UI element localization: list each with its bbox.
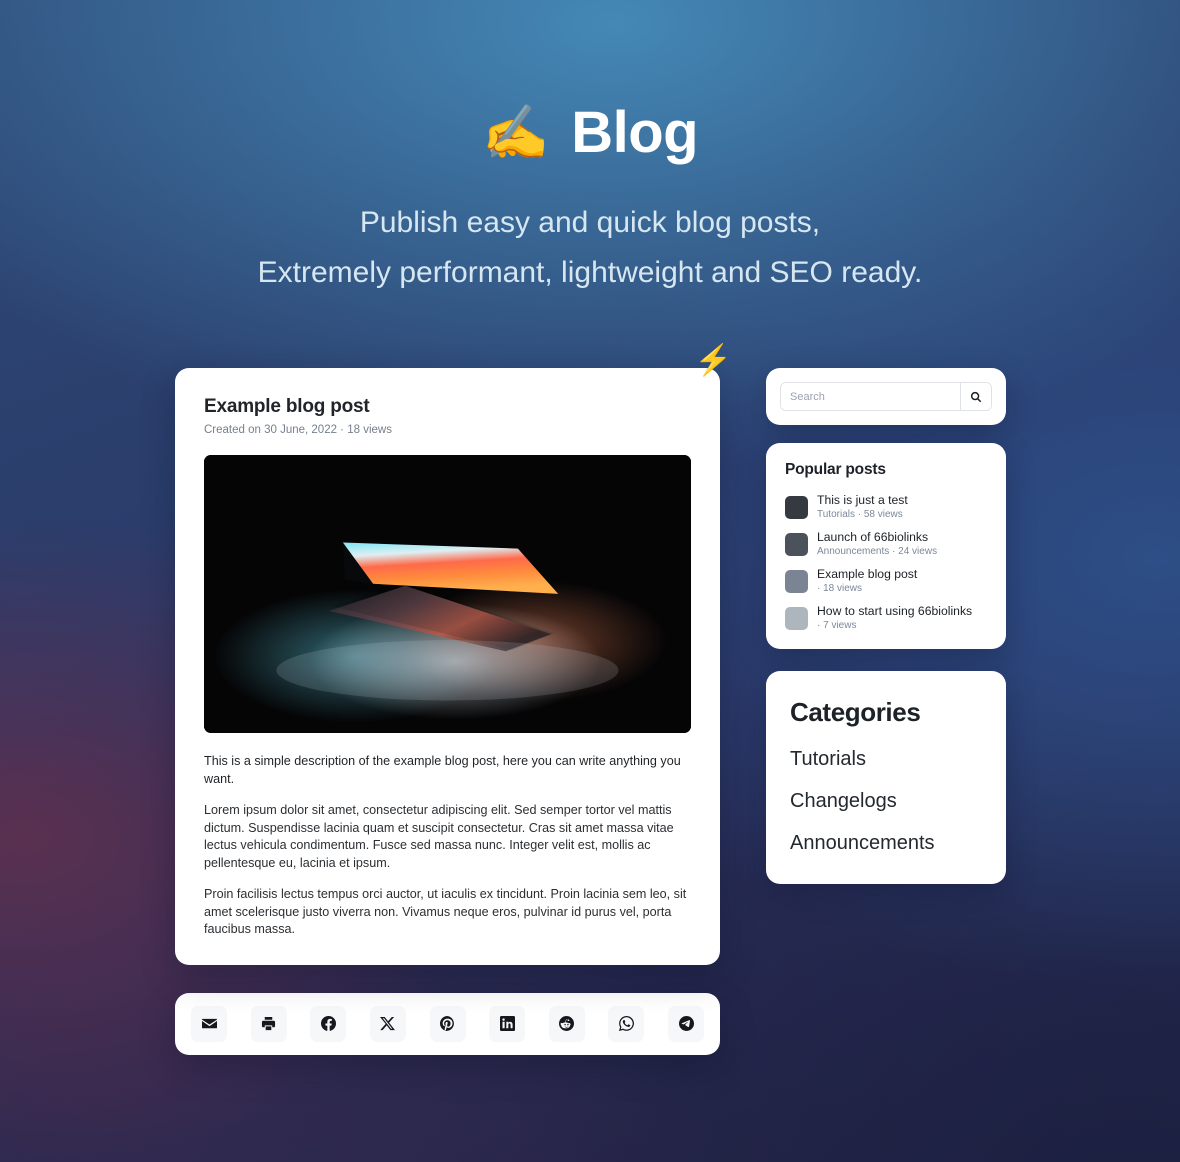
popular-post-meta: · 18 views — [817, 583, 863, 594]
content-area: ⚡ Example blog post Created on 30 June, … — [175, 346, 1006, 1055]
popular-posts-card: Popular posts This is just a test Tutori… — [766, 443, 1006, 649]
post-paragraph: Lorem ipsum dolor sit amet, consectetur … — [204, 803, 674, 870]
popular-post-text: This is just a test Tutorials · 58 views — [817, 493, 908, 521]
search-icon — [970, 391, 982, 402]
post-title: Example blog post — [204, 396, 370, 417]
print-icon — [262, 1016, 276, 1031]
popular-post-thumbnail — [785, 495, 808, 519]
share-linkedin-button[interactable] — [489, 1005, 526, 1042]
popular-post-item[interactable]: Example blog post · 18 views — [785, 567, 987, 595]
popular-post-text: Example blog post · 18 views — [817, 567, 917, 595]
hero-subtitle-line-1: Publish easy and quick blog posts, — [359, 206, 821, 239]
popular-post-item[interactable]: Launch of 66biolinks Announcements · 24 … — [785, 530, 987, 558]
hero-subtitle-line-2: Extremely performant, lightweight and SE… — [257, 256, 923, 289]
share-pinterest-button[interactable] — [429, 1005, 466, 1042]
popular-post-title: Launch of 66biolinks — [817, 530, 929, 544]
page-root: ✍️ Blog Publish easy and quick blog post… — [0, 0, 1180, 1055]
popular-post-meta: · 7 views — [817, 620, 857, 631]
share-whatsapp-button[interactable] — [608, 1005, 645, 1042]
post-lead-paragraph: This is a simple description of the exam… — [204, 754, 681, 786]
post-cover-image — [204, 455, 691, 733]
popular-post-thumbnail — [785, 569, 808, 593]
share-facebook-button[interactable] — [310, 1005, 347, 1042]
post-body: This is a simple description of the exam… — [204, 753, 691, 939]
search-input[interactable] — [781, 383, 960, 410]
search-card — [766, 368, 1006, 425]
popular-post-meta: Announcements · 24 views — [817, 546, 938, 557]
popular-post-thumbnail — [785, 532, 808, 556]
sidebar: Popular posts This is just a test Tutori… — [766, 368, 1006, 884]
writing-hand-emoji: ✍️ — [481, 103, 550, 163]
post-meta: Created on 30 June, 2022 · 18 views — [204, 424, 392, 436]
hero-section: ✍️ Blog Publish easy and quick blog post… — [175, 0, 1005, 298]
category-item-tutorials[interactable]: Tutorials — [790, 749, 982, 770]
popular-post-text: How to start using 66biolinks · 7 views — [817, 604, 972, 632]
hero-title-row: ✍️ Blog — [175, 104, 1005, 162]
popular-post-title: This is just a test — [817, 493, 908, 507]
reddit-icon — [559, 1016, 575, 1031]
x-twitter-icon — [380, 1016, 396, 1031]
share-telegram-button[interactable] — [668, 1005, 704, 1042]
categories-title: Categories — [790, 697, 921, 727]
email-icon — [201, 1018, 217, 1029]
share-bar — [175, 992, 720, 1055]
blog-post-card: Example blog post Created on 30 June, 20… — [175, 368, 720, 965]
categories-card: Categories Tutorials Changelogs Announce… — [766, 671, 1006, 884]
search-box — [780, 382, 992, 411]
popular-post-item[interactable]: How to start using 66biolinks · 7 views — [785, 604, 987, 632]
lightning-bolt-emoji: ⚡ — [694, 344, 732, 377]
popular-post-text: Launch of 66biolinks Announcements · 24 … — [817, 530, 937, 558]
popular-post-meta: Tutorials · 58 views — [817, 509, 903, 520]
share-reddit-button[interactable] — [548, 1005, 585, 1042]
category-item-changelogs[interactable]: Changelogs — [790, 791, 982, 812]
share-email-button[interactable] — [191, 1005, 227, 1042]
share-x-button[interactable] — [369, 1005, 406, 1042]
main-column: ⚡ Example blog post Created on 30 June, … — [175, 346, 732, 1055]
search-submit-button[interactable] — [960, 383, 991, 410]
whatsapp-icon — [618, 1016, 634, 1031]
laptop-illustration — [204, 455, 691, 733]
post-paragraph: Proin facilisis lectus tempus orci aucto… — [204, 887, 687, 936]
popular-post-title: Example blog post — [817, 567, 918, 581]
popular-posts-title: Popular posts — [785, 461, 886, 478]
category-item-announcements[interactable]: Announcements — [790, 833, 982, 854]
linkedin-icon — [499, 1016, 515, 1031]
telegram-icon — [678, 1016, 694, 1031]
facebook-icon — [320, 1016, 336, 1031]
popular-post-title: How to start using 66biolinks — [817, 604, 973, 618]
popular-post-item[interactable]: This is just a test Tutorials · 58 views — [785, 493, 987, 521]
popular-post-thumbnail — [785, 606, 808, 630]
page-title: Blog — [571, 100, 699, 165]
pinterest-icon — [440, 1016, 454, 1031]
hero-subtitle: Publish easy and quick blog posts, Extre… — [175, 198, 1005, 298]
share-print-button[interactable] — [250, 1005, 287, 1042]
